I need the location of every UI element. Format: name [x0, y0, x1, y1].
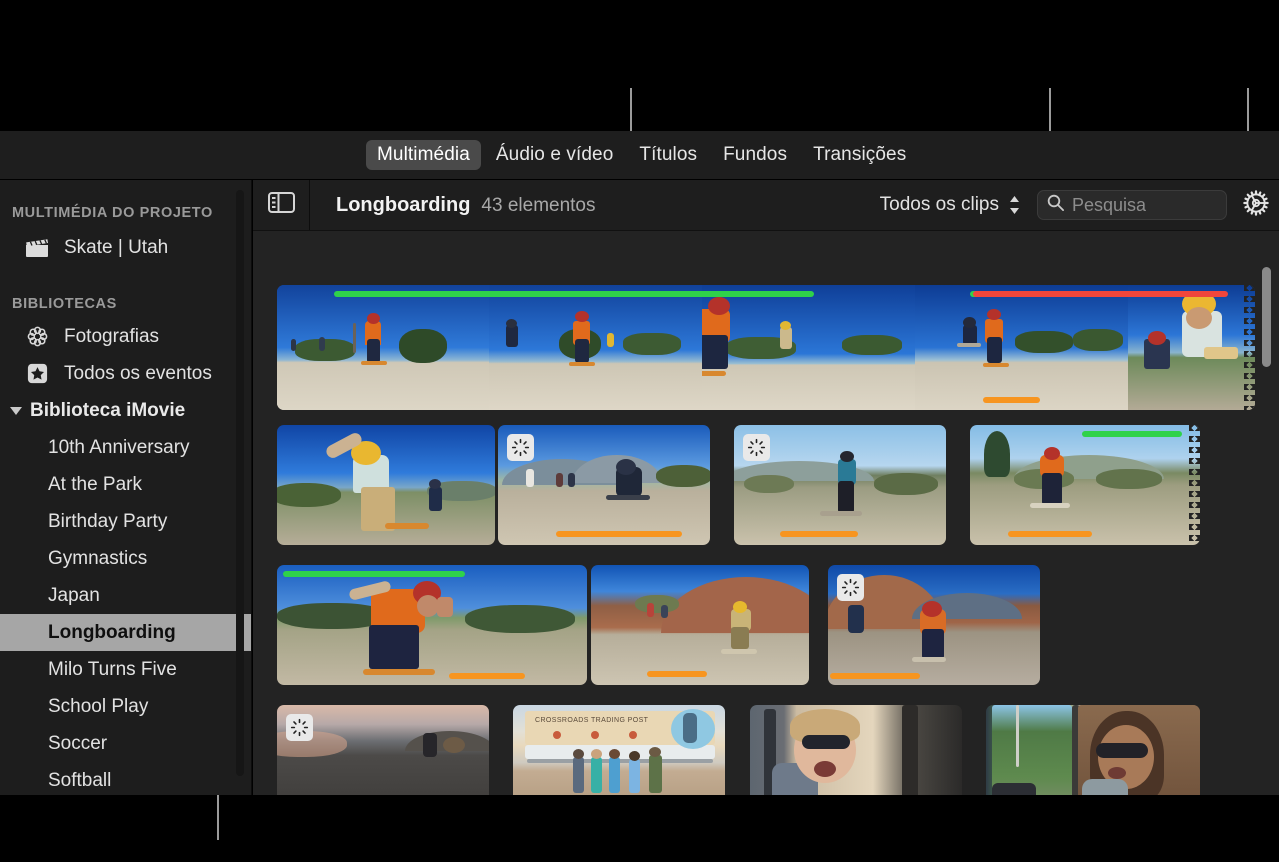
used-marker [647, 671, 707, 677]
sidebar-item-label: Soccer [48, 734, 107, 753]
callout-sidebar-line [217, 795, 219, 840]
sidebar-item-todos-os-eventos[interactable]: Todos os eventos [0, 355, 251, 392]
used-marker [780, 531, 858, 537]
sidebar-item-label: Skate | Utah [64, 238, 168, 257]
favorite-marker [283, 571, 465, 577]
slow-motion-badge-icon [743, 434, 770, 461]
sidebar-item-label: 10th Anniversary [48, 438, 190, 457]
sidebar-item-label: Todos os eventos [64, 364, 212, 383]
table-row[interactable] [750, 705, 962, 795]
page-title: Longboarding [336, 194, 470, 217]
used-marker [983, 397, 1040, 403]
sidebar-item-10th-anniversary[interactable]: 10th Anniversary [0, 429, 251, 466]
table-row[interactable] [986, 705, 1200, 795]
sidebar-section-libraries: BIBLIOTECAS [0, 296, 251, 312]
table-row[interactable] [498, 425, 710, 545]
sidebar-item-label: Milo Turns Five [48, 660, 177, 679]
sidebar-item-label: Fotografias [64, 327, 159, 346]
used-marker [449, 673, 525, 679]
up-down-stepper-icon[interactable] [1008, 194, 1021, 216]
media-thumbnail-grid[interactable]: CROSSROADS TRADING POST [253, 231, 1279, 795]
sidebar-item-biblioteca-imovie[interactable]: Biblioteca iMovie [0, 392, 251, 429]
table-row[interactable] [591, 565, 809, 685]
sidebar-item-label: Birthday Party [48, 512, 167, 531]
clapperboard-icon [22, 238, 52, 258]
sidebar-toggle-button[interactable] [253, 180, 310, 230]
sidebar-item-at-the-park[interactable]: At the Park [0, 466, 251, 503]
sidebar-section-project-media: MULTIMÉDIA DO PROJETO [0, 205, 251, 221]
sidebar-item-japan[interactable]: Japan [0, 577, 251, 614]
sidebar-item-label: Longboarding [48, 623, 176, 642]
item-count: 43 elementos [481, 195, 595, 217]
sidebar-item-softball[interactable]: Softball [0, 762, 251, 795]
imovie-media-browser-screenshot: Multimédia Áudio e vídeo Títulos Fundos … [0, 0, 1279, 862]
sidebar-item-longboarding[interactable]: Longboarding [0, 614, 251, 651]
slow-motion-badge-icon [507, 434, 534, 461]
slow-motion-badge-icon [286, 714, 313, 741]
used-marker [1008, 531, 1092, 537]
clip-filter-label: Todos os clips [880, 194, 999, 216]
sidebar-item-gymnastics[interactable]: Gymnastics [0, 540, 251, 577]
gear-icon [1241, 188, 1271, 223]
browser-title-group: Longboarding 43 elementos [310, 194, 596, 217]
photos-flower-icon [22, 325, 52, 348]
table-row[interactable] [828, 565, 1040, 685]
table-row[interactable] [277, 705, 489, 795]
browser-toolbar: Longboarding 43 elementos Todos os clips [253, 180, 1279, 231]
table-row[interactable] [277, 425, 495, 545]
settings-button[interactable] [1241, 188, 1271, 223]
search-input[interactable] [1072, 195, 1212, 216]
browser-scrollbar[interactable] [1262, 267, 1271, 367]
tab-audio-video[interactable]: Áudio e vídeo [485, 140, 625, 170]
sidebar-item-birthday-party[interactable]: Birthday Party [0, 503, 251, 540]
sidebar-item-school-play[interactable]: School Play [0, 688, 251, 725]
table-row[interactable] [734, 425, 946, 545]
toolbar-right-controls: Todos os clips [880, 188, 1279, 223]
table-row[interactable] [277, 565, 587, 685]
sidebar-item-label: At the Park [48, 475, 142, 494]
sidebar-item-milo-turns-five[interactable]: Milo Turns Five [0, 651, 251, 688]
sidebar-item-label: Gymnastics [48, 549, 147, 568]
rejected-marker [973, 291, 1228, 297]
used-marker [830, 673, 920, 679]
sidebar-item-soccer[interactable]: Soccer [0, 725, 251, 762]
tab-multimedia[interactable]: Multimédia [366, 140, 481, 170]
sidebar-toggle-icon [268, 192, 295, 218]
media-browser-panel: Longboarding 43 elementos Todos os clips [253, 180, 1279, 795]
sidebar-item-skate-utah[interactable]: Skate | Utah [0, 229, 251, 266]
sidebar-item-label: School Play [48, 697, 148, 716]
favorite-marker [1082, 431, 1182, 437]
table-row[interactable] [277, 285, 1255, 410]
search-icon [1046, 193, 1065, 217]
clip-filter-popup[interactable]: Todos os clips [880, 194, 1037, 216]
sidebar-item-label: Biblioteca iMovie [30, 401, 185, 420]
tab-fundos[interactable]: Fundos [712, 140, 798, 170]
star-square-icon [22, 362, 52, 385]
sidebar-item-label: Japan [48, 586, 100, 605]
table-row[interactable]: CROSSROADS TRADING POST [513, 705, 725, 795]
used-marker [556, 531, 682, 537]
sidebar-item-label: Softball [48, 771, 111, 790]
libraries-sidebar[interactable]: MULTIMÉDIA DO PROJETO Skate | Utah BIBLI… [0, 180, 252, 795]
tab-transicoes[interactable]: Transições [802, 140, 917, 170]
sidebar-item-fotografias[interactable]: Fotografias [0, 318, 251, 355]
tab-titulos[interactable]: Títulos [628, 140, 708, 170]
sidebar-scrollbar[interactable] [236, 190, 244, 776]
favorite-marker [334, 291, 814, 297]
media-category-tabbar: Multimédia Áudio e vídeo Títulos Fundos … [0, 131, 1279, 180]
slow-motion-badge-icon [837, 574, 864, 601]
table-row[interactable] [970, 425, 1200, 545]
disclosure-triangle-icon[interactable] [10, 407, 22, 415]
search-field[interactable] [1037, 190, 1227, 220]
